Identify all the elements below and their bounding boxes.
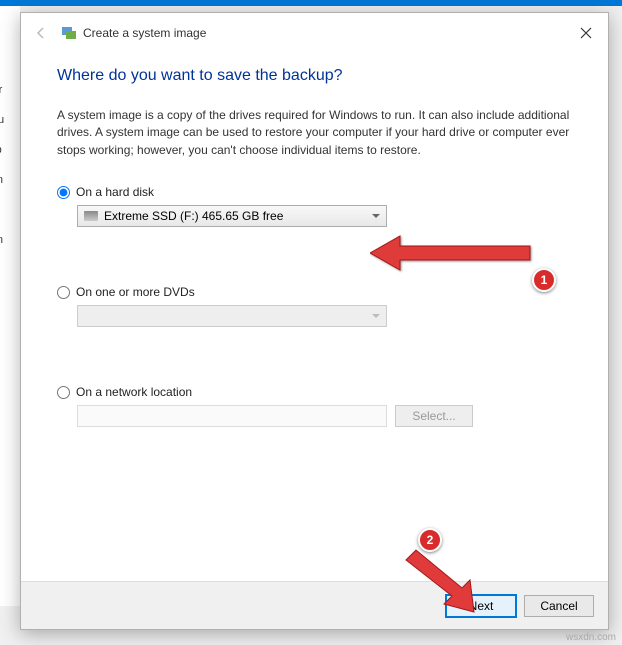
dialog-footer: Next Cancel [21,581,608,629]
selected-drive-text: Extreme SSD (F:) 465.65 GB free [104,209,283,223]
system-image-dialog: Create a system image Where do you want … [20,12,609,630]
dialog-title: Create a system image [83,26,206,40]
drive-select-combo[interactable]: Extreme SSD (F:) 465.65 GB free [77,205,387,227]
radio-dvds[interactable] [57,286,70,299]
chevron-down-icon [372,214,380,218]
cancel-button[interactable]: Cancel [524,595,594,617]
background-content: ster ck u kup Win ore Win [0,6,20,606]
page-heading: Where do you want to save the backup? [57,67,572,85]
radio-dvds-label[interactable]: On one or more DVDs [76,285,195,299]
network-path-input [77,405,387,427]
option-hard-disk: On a hard disk Extreme SSD (F:) 465.65 G… [57,185,572,227]
radio-hard-disk-label[interactable]: On a hard disk [76,185,154,199]
radio-network-label[interactable]: On a network location [76,385,192,399]
description-text: A system image is a copy of the drives r… [57,107,572,159]
chevron-down-icon [372,314,380,318]
titlebar: Create a system image [21,13,608,53]
close-button[interactable] [572,21,600,45]
window-topbar [0,0,622,6]
watermark: wsxdn.com [566,632,616,643]
select-network-button: Select... [395,405,473,427]
option-dvds: On one or more DVDs [57,285,572,327]
next-button[interactable]: Next [446,595,516,617]
dvd-select-combo [77,305,387,327]
dialog-content: Where do you want to save the backup? A … [21,53,608,581]
radio-network[interactable] [57,386,70,399]
disk-icon [84,211,98,221]
radio-hard-disk[interactable] [57,186,70,199]
app-icon [61,25,77,41]
option-network: On a network location Select... [57,385,572,427]
back-icon[interactable] [29,21,53,45]
